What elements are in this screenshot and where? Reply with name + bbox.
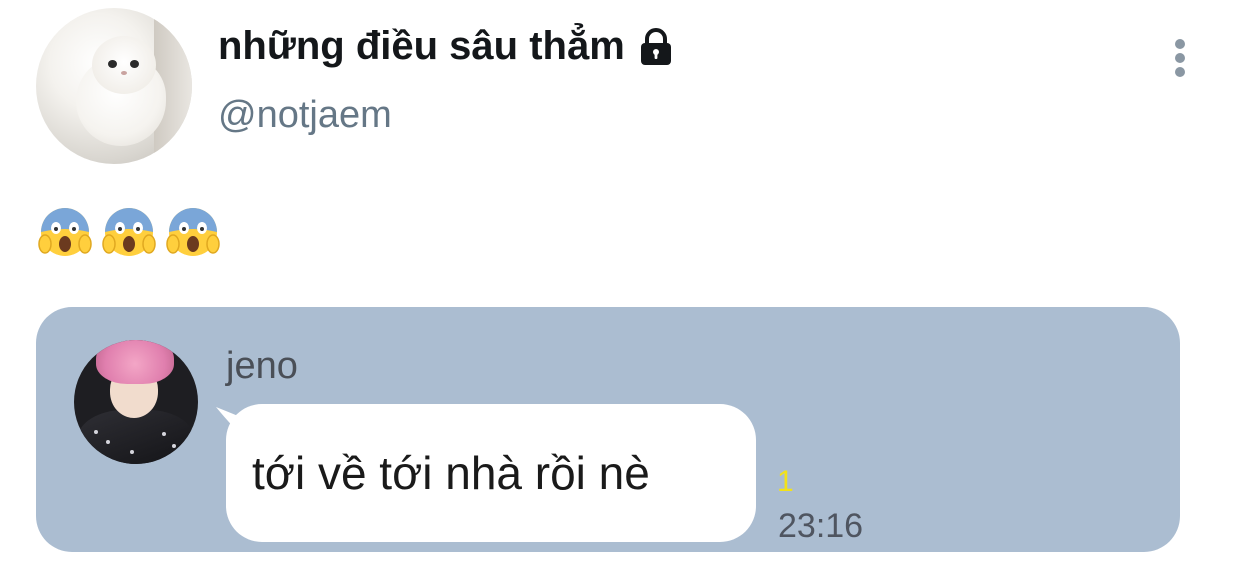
message-text: tới về tới nhà rồi nè: [252, 447, 650, 499]
user-handle[interactable]: @notjaem: [218, 94, 392, 137]
screaming-face-icon: [102, 208, 156, 256]
jacket-stud: [172, 444, 176, 448]
message-bubble[interactable]: tới về tới nhà rồi nè: [226, 404, 756, 542]
avatar-jacket: [78, 410, 194, 464]
lock-icon: [640, 27, 671, 65]
screaming-face-icon: [166, 208, 220, 256]
jacket-stud: [94, 430, 98, 434]
cat-head: [92, 36, 156, 94]
unread-count: 1: [777, 465, 794, 498]
avatar-hair: [96, 340, 174, 384]
jacket-stud: [162, 432, 166, 436]
more-vertical-icon[interactable]: [1165, 36, 1195, 80]
cat-eye-right: [130, 60, 139, 68]
sender-name: jeno: [226, 345, 298, 387]
screaming-face-icon: [38, 208, 92, 256]
tweet-card: những điều sâu thẳm @notjaem jeno tới về…: [0, 0, 1242, 568]
cat-nose: [121, 71, 127, 75]
sender-avatar[interactable]: [74, 340, 198, 464]
chat-screenshot-image[interactable]: jeno tới về tới nhà rồi nè 1 23:16: [36, 307, 1180, 552]
cat-eye-left: [108, 60, 117, 68]
profile-avatar[interactable]: [36, 8, 192, 164]
jacket-stud: [130, 450, 134, 454]
message-timestamp: 23:16: [778, 507, 864, 545]
display-name[interactable]: những điều sâu thẳm: [218, 24, 625, 69]
jacket-stud: [106, 440, 110, 444]
emoji-row: [38, 204, 220, 258]
display-name-row[interactable]: những điều sâu thẳm: [218, 24, 677, 69]
